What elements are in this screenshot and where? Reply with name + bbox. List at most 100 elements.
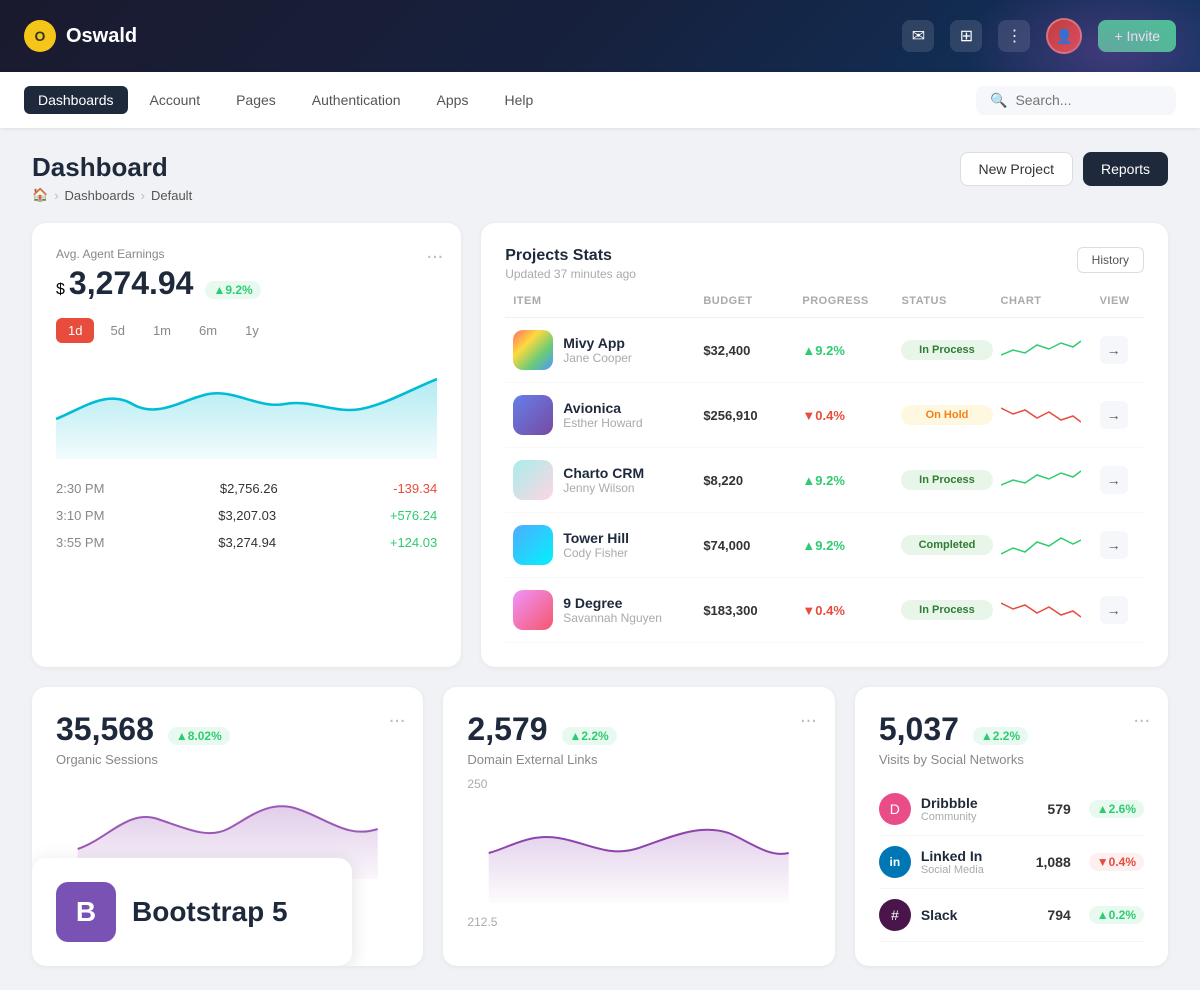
messages-icon[interactable]: ✉ (902, 20, 934, 52)
budget-1: $32,400 (703, 343, 794, 358)
new-project-button[interactable]: New Project (960, 152, 1073, 186)
project-info-2: Avionica Esther Howard (513, 395, 695, 435)
earnings-rows: 2:30 PM $2,756.26 -139.34 3:10 PM $3,207… (56, 475, 437, 556)
progress-4: ▲9.2% (802, 538, 893, 553)
earnings-row-3: 3:55 PM $3,274.94 +124.03 (56, 529, 437, 556)
progress-2: ▼0.4% (802, 408, 893, 423)
nav-apps[interactable]: Apps (423, 86, 483, 114)
view-btn-2[interactable]: → (1100, 401, 1128, 429)
search-input[interactable] (1015, 92, 1162, 108)
nav-dashboards[interactable]: Dashboards (24, 86, 128, 114)
view-btn-3[interactable]: → (1100, 466, 1128, 494)
view-btn-4[interactable]: → (1100, 531, 1128, 559)
time-tab-1m[interactable]: 1m (141, 318, 183, 343)
breadcrumb: 🏠 › Dashboards › Default (32, 187, 192, 203)
social-badge: ▲2.2% (973, 727, 1028, 745)
reports-button[interactable]: Reports (1083, 152, 1168, 186)
progress-3: ▲9.2% (802, 473, 893, 488)
links-chart (467, 803, 810, 903)
social-more-btn[interactable]: ... (1133, 705, 1150, 728)
dribbble-icon: D (879, 793, 911, 825)
linkedin-icon: in (879, 846, 911, 878)
links-label: Domain External Links (467, 752, 810, 767)
logo-icon: O (24, 20, 56, 52)
external-links-card: ... 2,579 ▲2.2% Domain External Links 25… (443, 687, 834, 966)
avatar-img: 👤 (1048, 20, 1080, 52)
project-row-4: Tower Hill Cody Fisher $74,000 ▲9.2% Com… (505, 513, 1144, 578)
social-item-slack: # Slack 794 ▲0.2% (879, 889, 1144, 942)
header-buttons: New Project Reports (960, 152, 1169, 186)
project-info-1: Mivy App Jane Cooper (513, 330, 695, 370)
project-thumb-5 (513, 590, 553, 630)
earnings-currency: $ (56, 281, 65, 299)
links-number: 2,579 (467, 711, 547, 748)
nav-help[interactable]: Help (490, 86, 547, 114)
project-info-5: 9 Degree Savannah Nguyen (513, 590, 695, 630)
earnings-amount: 3,274.94 (69, 265, 194, 302)
time-tab-1d[interactable]: 1d (56, 318, 94, 343)
status-3: In Process (901, 470, 992, 490)
project-info-4: Tower Hill Cody Fisher (513, 525, 695, 565)
earnings-more-btn[interactable]: ... (427, 241, 444, 264)
page-title-area: Dashboard 🏠 › Dashboards › Default (32, 152, 192, 203)
project-thumb-1 (513, 330, 553, 370)
status-5: In Process (901, 600, 992, 620)
breadcrumb-dashboards[interactable]: Dashboards (65, 188, 135, 203)
social-list: D Dribbble Community 579 ▲2.6% in Linked… (879, 783, 1144, 942)
share-icon[interactable]: ⋮ (998, 20, 1030, 52)
time-tab-1y[interactable]: 1y (233, 318, 271, 343)
social-card: ... 5,037 ▲2.2% Visits by Social Network… (855, 687, 1168, 966)
earnings-row-1: 2:30 PM $2,756.26 -139.34 (56, 475, 437, 502)
view-btn-1[interactable]: → (1100, 336, 1128, 364)
navbar: Dashboards Account Pages Authentication … (0, 72, 1200, 128)
topbar: O Oswald ✉ ⊞ ⋮ 👤 + Invite (0, 0, 1200, 72)
status-4: Completed (901, 535, 992, 555)
project-thumb-4 (513, 525, 553, 565)
bottom-grid: B Bootstrap 5 ... 35,568 ▲8.02% Organic … (32, 687, 1168, 966)
organic-badge: ▲8.02% (168, 727, 230, 745)
projects-card: Projects Stats Updated 37 minutes ago Hi… (481, 223, 1168, 667)
topbar-right: ✉ ⊞ ⋮ 👤 + Invite (902, 18, 1176, 54)
organic-more-btn[interactable]: ... (389, 705, 406, 728)
col-progress: PROGRESS (802, 295, 893, 307)
col-chart: CHART (1001, 295, 1092, 307)
avatar[interactable]: 👤 (1046, 18, 1082, 54)
logo-text: Oswald (66, 25, 137, 48)
breadcrumb-home: 🏠 (32, 187, 48, 203)
top-grid: ... Avg. Agent Earnings $ 3,274.94 ▲9.2%… (32, 223, 1168, 667)
col-budget: BUDGET (703, 295, 794, 307)
projects-header: Projects Stats Updated 37 minutes ago Hi… (505, 247, 1144, 281)
organic-card: B Bootstrap 5 ... 35,568 ▲8.02% Organic … (32, 687, 423, 966)
nav-authentication[interactable]: Authentication (298, 86, 415, 114)
search-container: 🔍 (976, 86, 1176, 115)
links-more-btn[interactable]: ... (800, 705, 817, 728)
project-info-3: Charto CRM Jenny Wilson (513, 460, 695, 500)
history-button[interactable]: History (1077, 247, 1144, 273)
sparkline-3 (1001, 465, 1092, 495)
bootstrap-icon: B (56, 882, 116, 942)
earnings-badge: ▲9.2% (205, 281, 260, 299)
page-header: Dashboard 🏠 › Dashboards › Default New P… (32, 152, 1168, 203)
budget-5: $183,300 (703, 603, 794, 618)
organic-label: Organic Sessions (56, 752, 399, 767)
view-btn-5[interactable]: → (1100, 596, 1128, 624)
project-thumb-2 (513, 395, 553, 435)
time-tab-5d[interactable]: 5d (98, 318, 136, 343)
time-tab-6m[interactable]: 6m (187, 318, 229, 343)
logo: O Oswald (24, 20, 137, 52)
main-content: Dashboard 🏠 › Dashboards › Default New P… (0, 128, 1200, 990)
projects-updated: Updated 37 minutes ago (505, 267, 636, 281)
earnings-row-2: 3:10 PM $3,207.03 +576.24 (56, 502, 437, 529)
sparkline-4 (1001, 530, 1092, 560)
time-tabs: 1d 5d 1m 6m 1y (56, 318, 437, 343)
invite-button[interactable]: + Invite (1098, 20, 1176, 52)
nav-account[interactable]: Account (136, 86, 215, 114)
project-row-2: Avionica Esther Howard $256,910 ▼0.4% On… (505, 383, 1144, 448)
progress-5: ▼0.4% (802, 603, 893, 618)
status-1: In Process (901, 340, 992, 360)
notifications-icon[interactable]: ⊞ (950, 20, 982, 52)
page-title: Dashboard (32, 152, 192, 183)
col-view: VIEW (1100, 295, 1136, 307)
nav-pages[interactable]: Pages (222, 86, 290, 114)
sparkline-2 (1001, 400, 1092, 430)
